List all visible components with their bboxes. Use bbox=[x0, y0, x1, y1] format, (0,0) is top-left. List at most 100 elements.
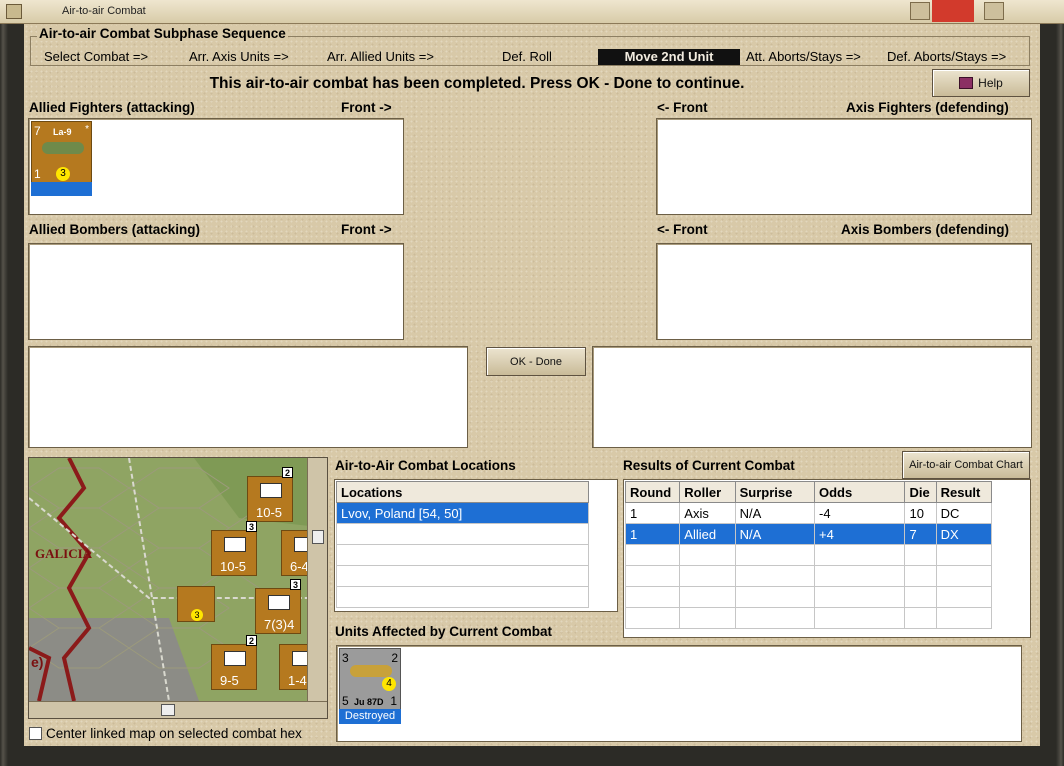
axis-bombers-title: Axis Bombers (defending) bbox=[841, 222, 1010, 237]
results-cell bbox=[904, 607, 937, 629]
unit-symbol-icon bbox=[268, 595, 290, 610]
allied-details-box bbox=[28, 346, 468, 448]
seq-select-combat: Select Combat => bbox=[44, 49, 149, 64]
results-header-odds: Odds bbox=[813, 481, 906, 503]
map-vscrollbar[interactable] bbox=[307, 458, 327, 701]
results-row-empty bbox=[624, 586, 993, 608]
location-row-empty bbox=[336, 565, 589, 587]
results-cell bbox=[624, 544, 681, 566]
vscroll-thumb[interactable] bbox=[312, 530, 324, 544]
combat-chart-button[interactable]: Air-to-air Combat Chart bbox=[902, 451, 1030, 479]
results-cell: N/A bbox=[734, 502, 816, 524]
results-cell bbox=[935, 607, 993, 629]
fighter-star: * bbox=[85, 124, 89, 135]
bomber-status: Destroyed bbox=[339, 709, 401, 724]
map-fighter-badge: 3 bbox=[191, 609, 203, 621]
locations-header: Locations bbox=[336, 481, 589, 503]
results-cell bbox=[624, 586, 681, 608]
results-cell bbox=[935, 565, 993, 587]
sequence-title: Air-to-air Combat Subphase Sequence bbox=[37, 26, 288, 41]
minimize-button[interactable] bbox=[910, 2, 930, 20]
results-cell: 10 bbox=[904, 502, 937, 524]
results-cell: -4 bbox=[813, 502, 906, 524]
location-row-empty bbox=[336, 544, 589, 566]
affected-section-title: Units Affected by Current Combat bbox=[335, 624, 553, 639]
map-unit-counter[interactable]: 7(3)4 3 bbox=[255, 579, 301, 634]
app-icon bbox=[6, 4, 22, 19]
allied-fighters-box[interactable]: 7 La-9 * 1 3 bbox=[28, 118, 404, 215]
results-table-frame: Round Roller Surprise Odds Die Result 1 Axis N/… bbox=[623, 479, 1031, 638]
axis-fighters-front: <- Front bbox=[657, 100, 708, 115]
results-cell bbox=[935, 544, 993, 566]
results-cell: 1 bbox=[624, 523, 681, 545]
results-cell: DX bbox=[935, 523, 993, 545]
results-row[interactable]: 1 Axis N/A -4 10 DC bbox=[624, 502, 993, 524]
bomber-badge: 4 bbox=[382, 677, 396, 691]
seq-arr-allied: Arr. Allied Units => bbox=[327, 49, 434, 64]
fighter-attack-value: 7 bbox=[34, 124, 41, 138]
results-cell bbox=[679, 544, 736, 566]
stack-count-badge: 3 bbox=[246, 521, 257, 532]
bomber-counter[interactable]: 3 2 4 5 Ju 87D 1 Destroyed bbox=[339, 648, 401, 724]
axis-fighters-title: Axis Fighters (defending) bbox=[846, 100, 1009, 115]
bomber-name: Ju 87D bbox=[354, 697, 384, 707]
bomber-aircraft-icon bbox=[350, 665, 392, 677]
results-row[interactable]: 1 Allied N/A +4 7 DX bbox=[624, 523, 993, 545]
close-button[interactable] bbox=[932, 0, 974, 22]
results-cell: DC bbox=[935, 502, 993, 524]
center-map-checkbox[interactable] bbox=[29, 727, 42, 740]
axis-fighters-box[interactable] bbox=[656, 118, 1032, 215]
seq-move-2nd-unit: Move 2nd Unit bbox=[598, 49, 740, 65]
results-row-empty bbox=[624, 607, 993, 629]
unit-strength: 1-4 bbox=[288, 673, 307, 688]
map-unit-counter[interactable]: 9-5 2 bbox=[211, 635, 257, 690]
results-section-title: Results of Current Combat bbox=[623, 458, 795, 473]
results-cell bbox=[813, 565, 906, 587]
results-header-surprise: Surprise bbox=[734, 481, 816, 503]
stack-count-badge: 3 bbox=[290, 579, 301, 590]
affected-units-box[interactable]: 3 2 4 5 Ju 87D 1 Destroyed bbox=[336, 645, 1022, 742]
title-bar: Air-to-air Combat bbox=[0, 0, 1064, 24]
bomber-top-right: 2 bbox=[391, 651, 398, 665]
results-cell bbox=[904, 544, 937, 566]
allied-fighters-title: Allied Fighters (attacking) bbox=[29, 100, 195, 115]
allied-bombers-box[interactable] bbox=[28, 243, 404, 340]
unit-strength: 9-5 bbox=[220, 673, 239, 688]
map-fighter-counter[interactable]: 3 bbox=[177, 586, 215, 622]
results-cell: 1 bbox=[624, 502, 681, 524]
map-hscrollbar[interactable] bbox=[29, 701, 327, 718]
results-cell bbox=[904, 565, 937, 587]
restore-button[interactable] bbox=[984, 2, 1004, 20]
linked-map[interactable]: GALICIA e) 10-5210-536-427(3)439-521-42 … bbox=[28, 457, 328, 719]
seq-def-roll: Def. Roll bbox=[502, 49, 552, 64]
edge-label: e) bbox=[31, 654, 44, 670]
axis-bombers-box[interactable] bbox=[656, 243, 1032, 340]
location-row-empty bbox=[336, 586, 589, 608]
results-cell bbox=[935, 586, 993, 608]
region-label: GALICIA bbox=[35, 546, 93, 561]
locations-list[interactable]: Locations Lvov, Poland [54, 50] bbox=[334, 479, 618, 612]
aircraft-icon bbox=[42, 142, 84, 154]
help-book-icon bbox=[959, 77, 974, 89]
status-message: This air-to-air combat has been complete… bbox=[209, 75, 745, 92]
hscroll-thumb[interactable] bbox=[161, 704, 175, 716]
results-header-row: Round Roller Surprise Odds Die Result bbox=[624, 481, 993, 503]
help-button[interactable]: Help bbox=[932, 69, 1030, 97]
results-row-empty bbox=[624, 565, 993, 587]
map-unit-counter[interactable]: 10-5 2 bbox=[247, 467, 293, 522]
results-cell bbox=[679, 586, 736, 608]
fighter-counter[interactable]: 7 La-9 * 1 3 bbox=[31, 121, 92, 196]
map-unit-counter[interactable]: 10-5 3 bbox=[211, 521, 257, 576]
location-row[interactable]: Lvov, Poland [54, 50] bbox=[336, 502, 589, 524]
allied-bombers-title: Allied Bombers (attacking) bbox=[29, 222, 201, 237]
fighter-selection-bar bbox=[31, 182, 92, 196]
results-cell bbox=[679, 607, 736, 629]
locations-section-title: Air-to-Air Combat Locations bbox=[335, 458, 516, 473]
allied-fighters-front: Front -> bbox=[341, 100, 392, 115]
bomber-bottom-left: 5 bbox=[342, 694, 349, 708]
unit-symbol-icon bbox=[224, 537, 246, 552]
fighter-name: La-9 bbox=[53, 127, 72, 137]
location-row-empty bbox=[336, 523, 589, 545]
axis-bombers-front: <- Front bbox=[657, 222, 708, 237]
ok-done-button[interactable]: OK - Done bbox=[486, 347, 586, 376]
